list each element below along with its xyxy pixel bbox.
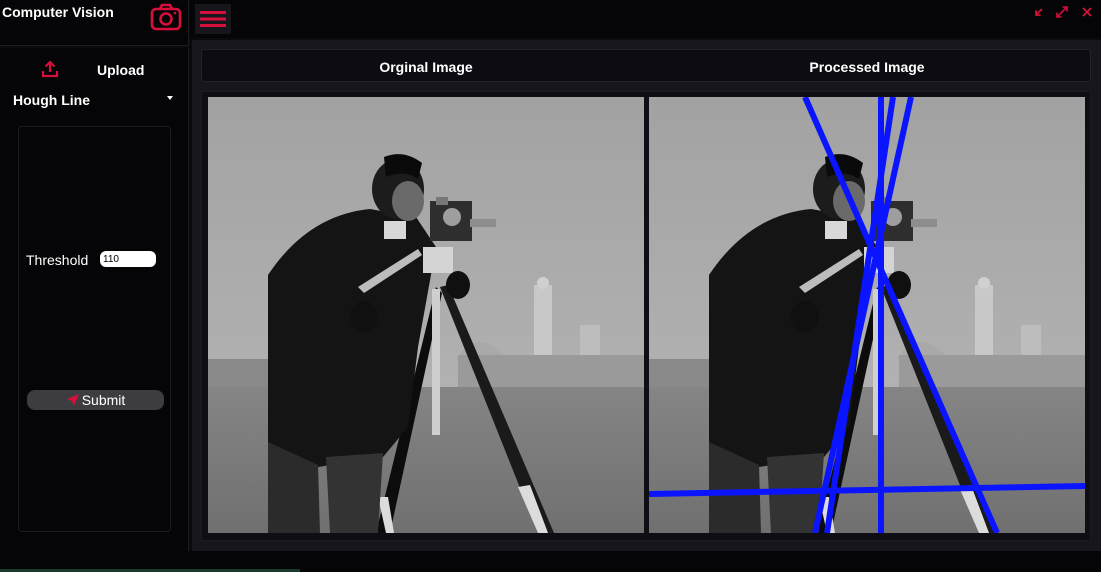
upload-label: Upload [97,62,145,78]
app-title-bar: Computer Vision [0,0,189,46]
processed-image [649,97,1085,533]
hamburger-menu-icon [200,11,226,27]
app-title: Computer Vision [2,4,114,20]
maximize-icon [1056,6,1068,18]
sidebar: Upload Hough Line Threshold Submit [0,48,189,551]
threshold-input[interactable] [100,251,156,267]
original-image [208,97,644,533]
close-icon [1082,7,1092,17]
menu-button[interactable] [195,4,231,34]
threshold-label: Threshold [26,252,89,268]
image-header-bar: Orginal Image Processed Image [201,49,1091,82]
submit-label: Submit [81,392,126,408]
processed-image-title: Processed Image [809,59,925,75]
dropdown-caret-icon [167,96,173,100]
submit-button[interactable]: Submit [27,390,164,410]
image-panel-area [201,91,1091,541]
upload-button[interactable]: Upload [0,56,189,84]
operation-select-value: Hough Line [13,92,90,108]
main-panel: Orginal Image Processed Image [192,40,1101,551]
close-button[interactable] [1079,4,1095,20]
parameters-panel: Threshold Submit [18,126,171,532]
upload-icon [41,60,59,78]
top-bar [190,0,1101,38]
maximize-button[interactable] [1054,4,1070,20]
camera-button[interactable] [150,3,182,31]
minimize-button[interactable] [1031,4,1047,20]
bottom-strip [0,551,1101,572]
send-icon [66,394,79,406]
original-image-title: Orginal Image [379,59,473,75]
minimize-icon [1035,8,1043,16]
camera-icon [150,3,182,31]
operation-select[interactable]: Hough Line [0,88,189,112]
